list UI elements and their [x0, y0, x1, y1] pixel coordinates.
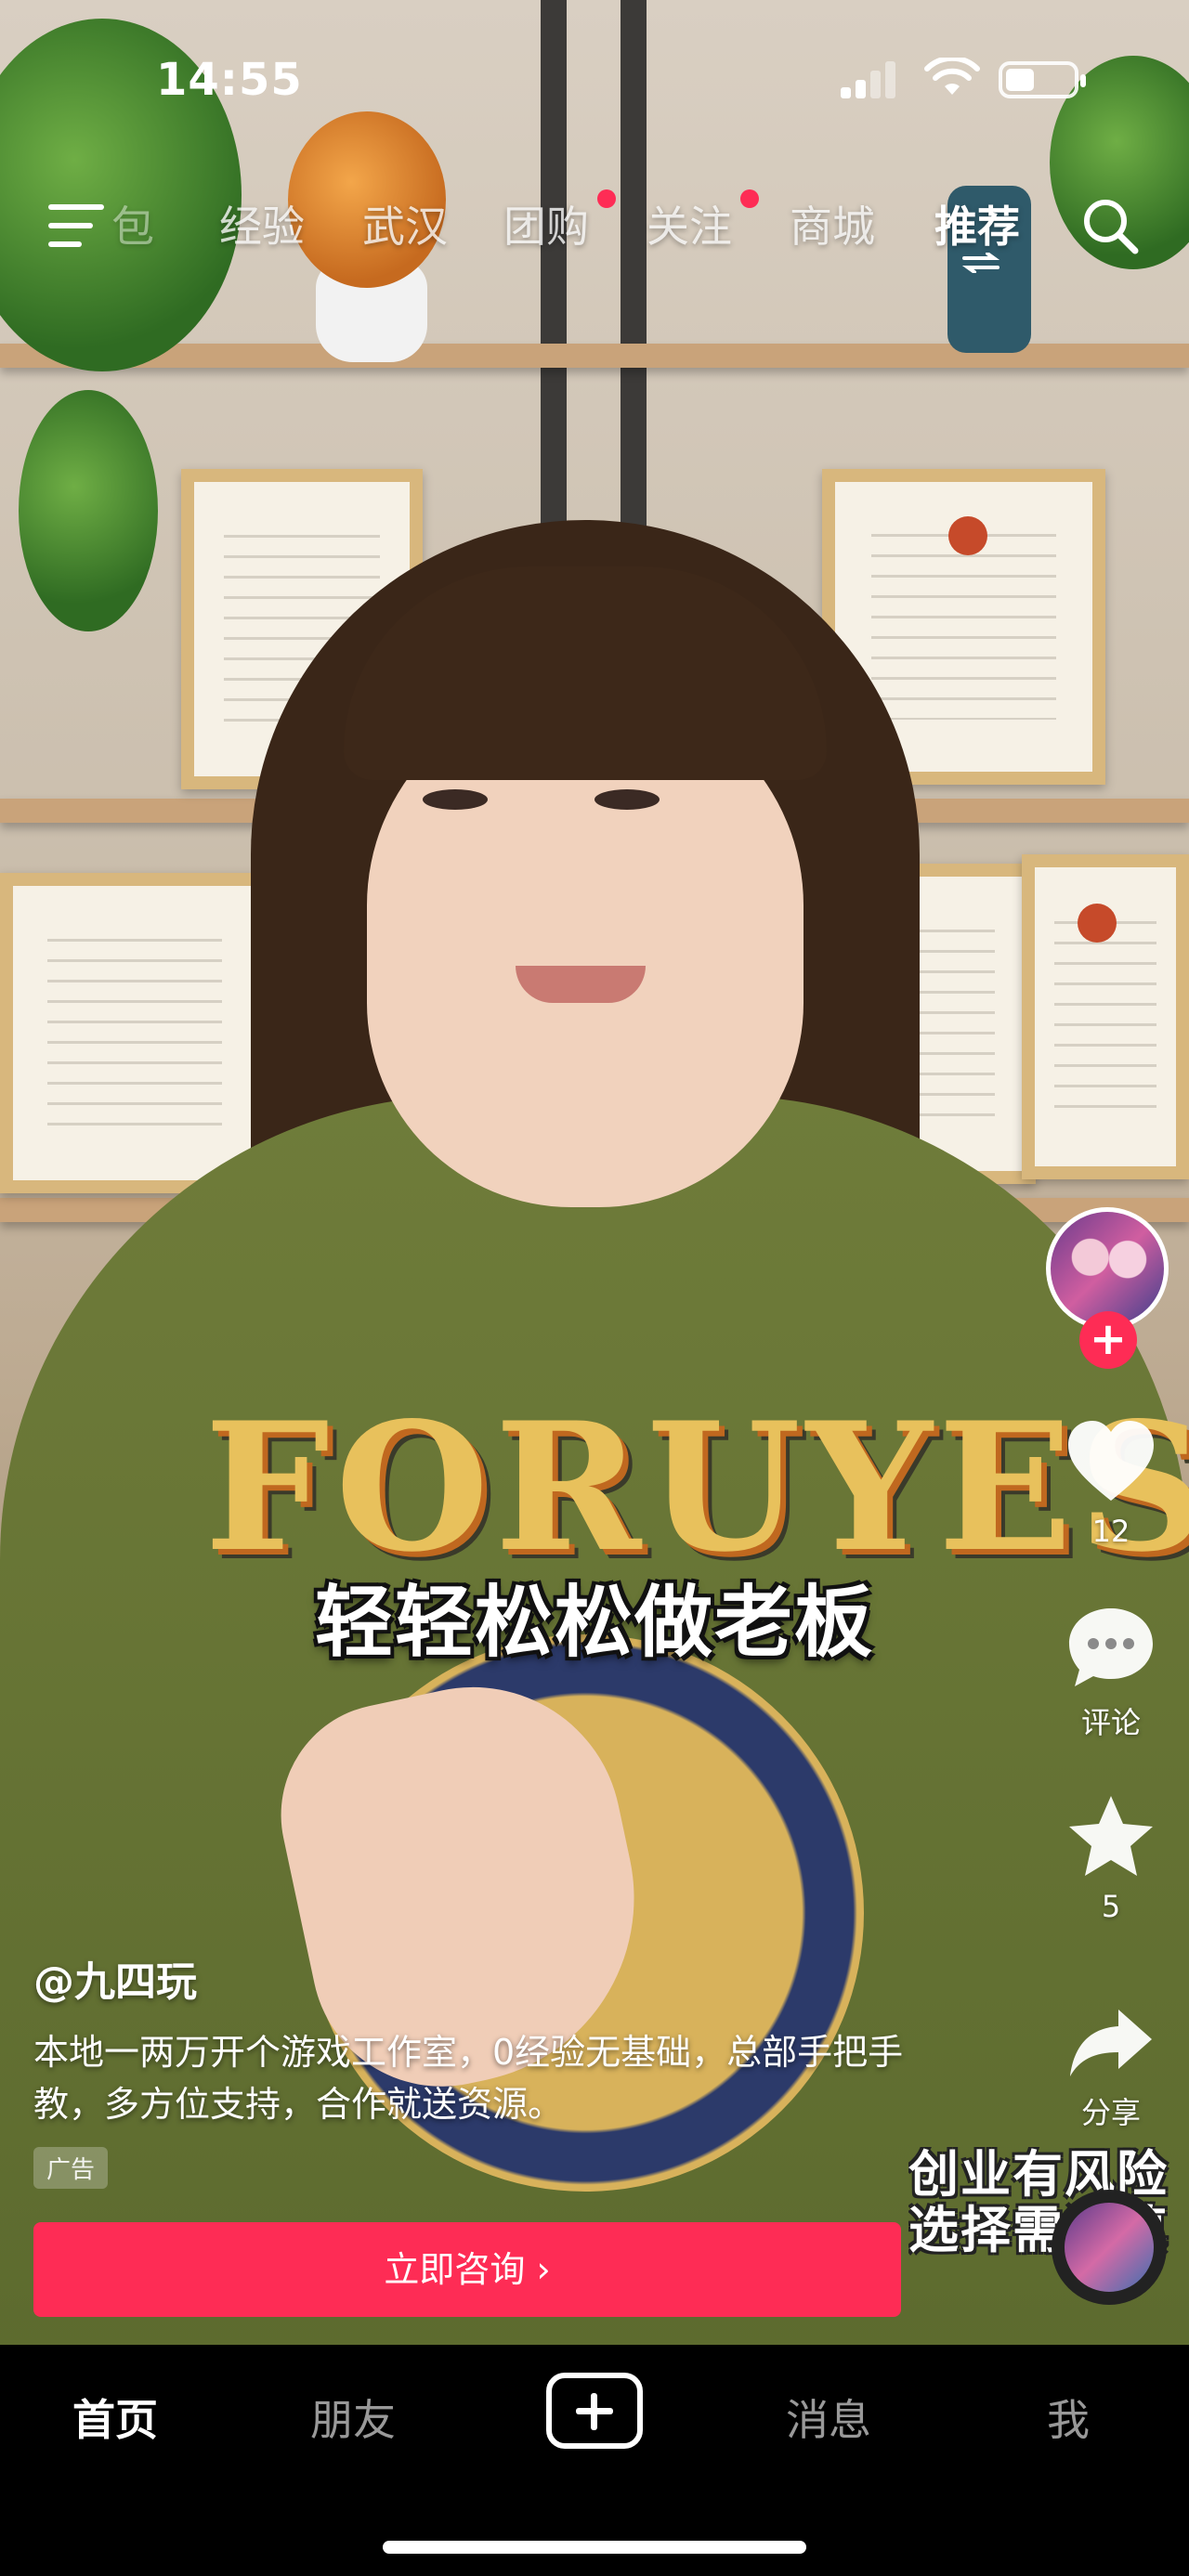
swap-arrows-icon [962, 253, 1000, 273]
share-icon [1070, 2010, 1152, 2076]
person-lips [516, 966, 646, 1003]
music-disc-icon[interactable] [1052, 2190, 1167, 2305]
home-indicator [383, 2541, 806, 2554]
menu-icon[interactable] [48, 204, 104, 247]
favorite-button[interactable]: 5 [1039, 1794, 1183, 1924]
certificate-frame [0, 873, 269, 1193]
top-navigation: 包 经验 武汉 团购 关注 商城 推荐 [0, 176, 1189, 273]
status-bar: 14:55 [0, 0, 1189, 139]
star-icon [1069, 1796, 1153, 1876]
status-time: 14:55 [156, 54, 303, 106]
video-subtitle: 轻轻松松做老板 [314, 1577, 874, 1668]
tab-partial[interactable]: 包 [111, 193, 154, 254]
tab-me[interactable]: 我 [1047, 2387, 1090, 2448]
tab-tuangou[interactable]: 团购 [503, 193, 589, 254]
tab-wuhan[interactable]: 武汉 [362, 193, 448, 254]
tab-jingyan[interactable]: 经验 [219, 193, 305, 254]
plant-decoration [19, 390, 158, 631]
follow-button[interactable]: + [1079, 1311, 1137, 1369]
tab-home[interactable]: 首页 [72, 2387, 158, 2448]
battery-icon [999, 61, 1086, 98]
person-eye [423, 789, 488, 810]
like-count: 12 [1091, 1514, 1130, 1549]
tab-shangcheng[interactable]: 商城 [790, 193, 875, 254]
tab-messages[interactable]: 消息 [786, 2387, 871, 2448]
ad-badge: 广告 [33, 2147, 109, 2189]
search-icon[interactable] [1079, 195, 1141, 256]
bottom-tab-bar: 首页 朋友 消息 我 [0, 2345, 1189, 2576]
favorite-count: 5 [1101, 1889, 1121, 1924]
share-button[interactable]: 分享 [1039, 2006, 1183, 2132]
certificate-frame [1022, 854, 1189, 1179]
tab-guanzhu[interactable]: 关注 [647, 193, 732, 254]
wifi-icon [924, 58, 980, 95]
share-label: 分享 [1080, 2095, 1141, 2130]
notification-dot [740, 189, 759, 208]
consult-now-button[interactable]: 立即咨询 › [33, 2222, 901, 2317]
like-button[interactable]: 12 [1039, 1419, 1183, 1549]
creator-username[interactable]: @九四玩 [33, 1948, 197, 2008]
comment-label: 评论 [1080, 1705, 1141, 1740]
cellular-signal-icon [841, 61, 898, 98]
tab-tuijian[interactable]: 推荐 [934, 193, 1020, 254]
tab-friends[interactable]: 朋友 [310, 2387, 396, 2448]
post-description[interactable]: 本地一两万开个游戏工作室，0经验无基础，总部手把手教，多方位支持，合作就送资源。 [33, 2026, 925, 2130]
notification-dot [597, 189, 616, 208]
heart-icon [1068, 1421, 1154, 1501]
create-post-button[interactable] [546, 2373, 643, 2449]
risk-notice-line1: 创业有风险 [908, 2147, 1169, 2204]
person-eye [594, 789, 660, 810]
